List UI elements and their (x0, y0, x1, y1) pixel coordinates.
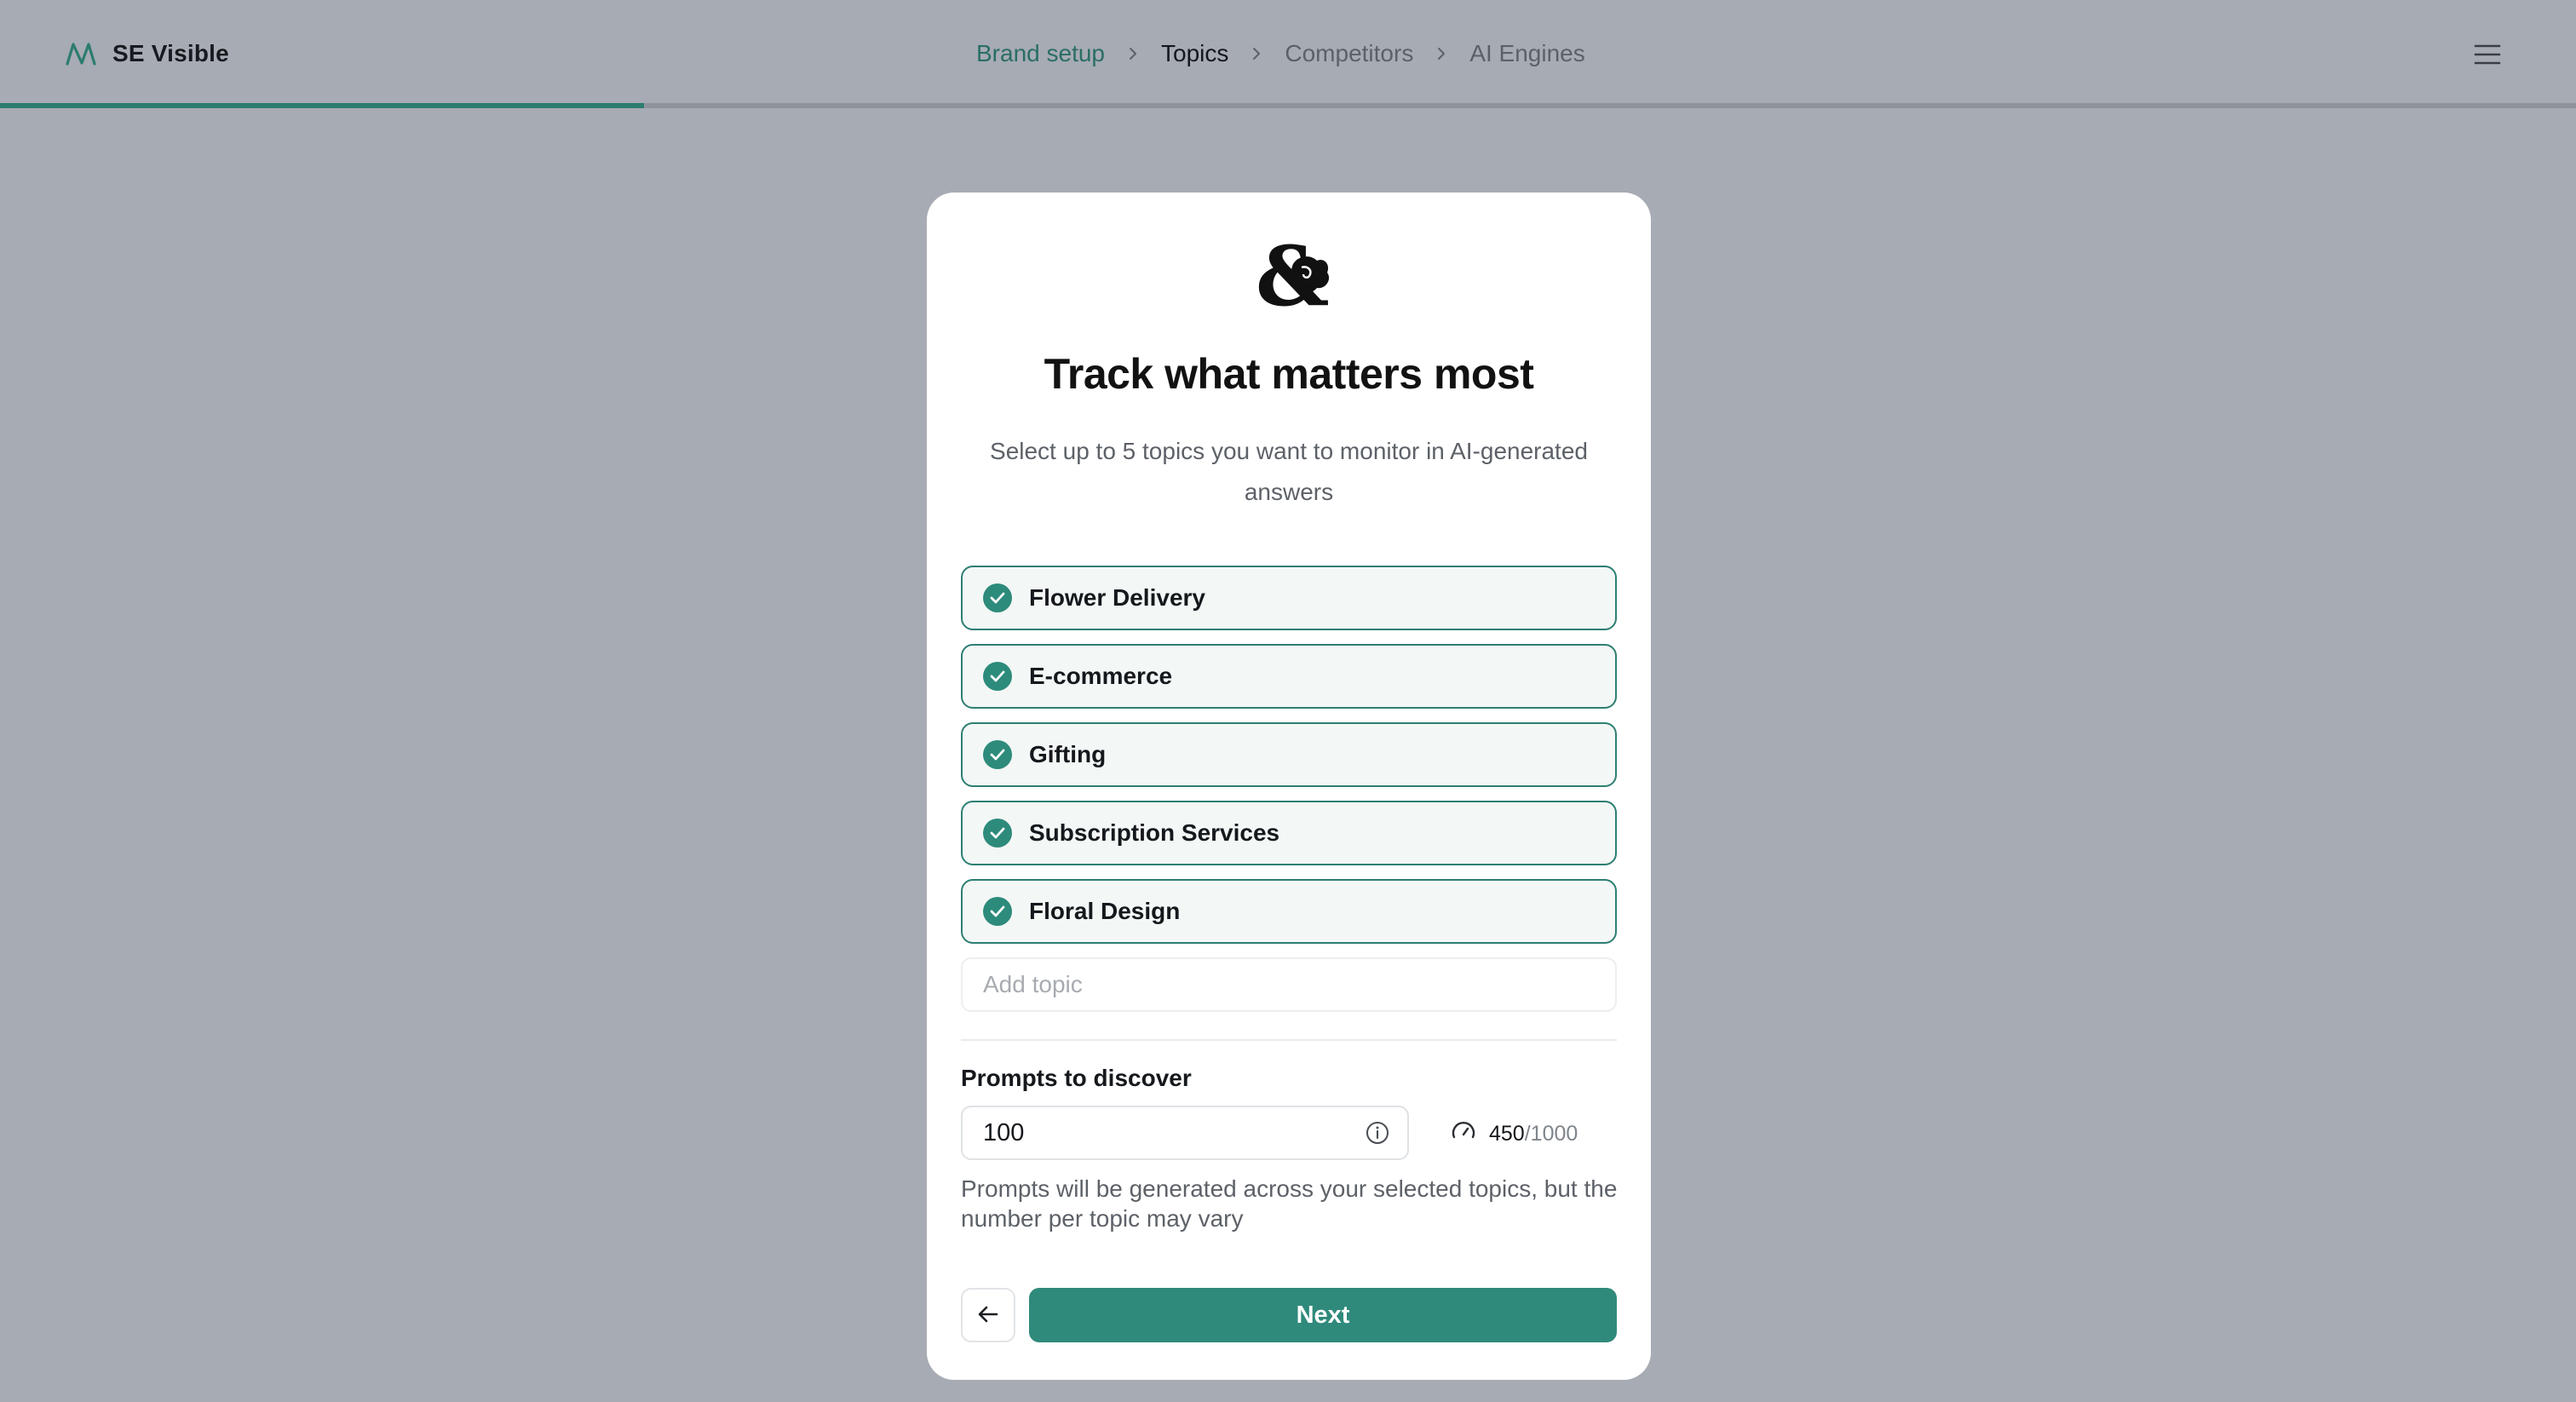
step-competitors[interactable]: Competitors (1285, 40, 1413, 67)
top-bar: SE Visible Brand setup Topics Competitor… (0, 0, 2576, 108)
progress-bar-fill (0, 103, 644, 108)
arrow-left-icon (976, 1304, 1000, 1327)
checkmark-icon (983, 740, 1012, 769)
topics-card: & Track what matters most Select up to 5… (927, 192, 1651, 1380)
topic-label: Gifting (1029, 741, 1107, 767)
hamburger-menu-icon[interactable] (2470, 37, 2504, 72)
topic-label: Floral Design (1029, 898, 1181, 924)
checkmark-icon (983, 662, 1012, 691)
usage-total: /1000 (1524, 1121, 1578, 1146)
next-button[interactable]: Next (1029, 1288, 1617, 1342)
back-button[interactable] (961, 1288, 1015, 1342)
progress-bar (0, 103, 2576, 108)
chevron-right-icon (1228, 46, 1285, 61)
usage-used: 450 (1489, 1121, 1525, 1146)
info-icon[interactable] (1365, 1120, 1390, 1146)
topic-option-e-commerce[interactable]: E-commerce (961, 644, 1617, 709)
prompts-helper-text: Prompts will be generated across your se… (961, 1175, 1618, 1232)
prompts-field (961, 1106, 1409, 1160)
brand[interactable]: SE Visible (65, 32, 229, 75)
checkmark-icon (983, 897, 1012, 926)
step-ai-engines[interactable]: AI Engines (1469, 40, 1584, 67)
card-subtitle: Select up to 5 topics you want to monito… (990, 438, 1588, 505)
chevron-right-icon (1105, 46, 1161, 61)
gauge-icon (1450, 1118, 1477, 1150)
topic-label: E-commerce (1029, 663, 1173, 689)
onboarding-steps: Brand setup Topics Competitors AI Engine… (976, 32, 1585, 75)
topic-option-flower-delivery[interactable]: Flower Delivery (961, 566, 1617, 630)
checkmark-icon (983, 819, 1012, 848)
topic-label: Flower Delivery (1029, 584, 1205, 611)
topic-list: Flower Delivery E-commerce Gifting Subsc… (961, 566, 1617, 957)
topic-option-subscription-services[interactable]: Subscription Services (961, 801, 1617, 865)
chevron-right-icon (1413, 46, 1469, 61)
wave-logo-icon (65, 41, 97, 66)
prompts-count-input[interactable] (983, 1118, 1307, 1147)
ampersand-rose-logo-icon: & (927, 227, 1651, 320)
topic-option-gifting[interactable]: Gifting (961, 722, 1617, 787)
divider (961, 1039, 1617, 1041)
prompts-label: Prompts to discover (961, 1065, 1192, 1091)
step-topics[interactable]: Topics (1161, 40, 1228, 67)
add-topic-input[interactable] (961, 957, 1617, 1012)
card-title: Track what matters most (1044, 350, 1534, 398)
topic-label: Subscription Services (1029, 819, 1280, 846)
checkmark-icon (983, 583, 1012, 612)
topic-option-floral-design[interactable]: Floral Design (961, 879, 1617, 944)
app-name: SE Visible (112, 40, 229, 66)
prompt-usage: 450/1000 (1450, 1119, 1578, 1148)
step-brand-setup[interactable]: Brand setup (976, 40, 1105, 67)
